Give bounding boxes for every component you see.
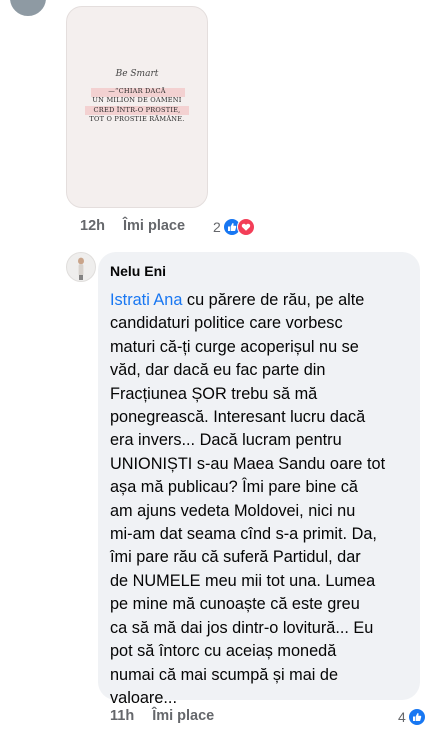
comment-bubble: Nelu Eni Istrati Ana cu părere de rău, p… [98,252,420,707]
quote-line: —“CHIAR DACĂ [108,87,166,95]
quote-line: CRED ÎNTR-O PROSTIE, [93,105,181,114]
comment-image[interactable]: Be Smart —“CHIAR DACĂ UN MILION DE OAMEN… [66,6,208,208]
comment-time[interactable]: 11h [110,708,134,724]
comment-time[interactable]: 12h [80,218,105,234]
quote-line: UN MILION DE OAMENI [92,96,182,105]
comment-body: cu părere de rău, pe alte candidaturi po… [110,291,386,707]
quote-text: —“CHIAR DACĂ UN MILION DE OAMENI CRED ÎN… [67,87,207,124]
avatar[interactable] [66,252,96,282]
comment-author[interactable]: Nelu Eni [110,263,408,283]
like-icon [407,708,426,726]
reactions-count: 2 [213,219,221,235]
quote-line: TOT O PROSTIE RĂMÂNE. [89,114,185,123]
comment-meta: 11h Îmi place [110,708,214,724]
previous-avatar[interactable] [8,0,48,18]
reactions-summary[interactable]: 2 [213,218,255,236]
love-icon [236,218,255,236]
comment-meta: 12h Îmi place [80,218,185,234]
reactions-count: 4 [398,709,406,725]
mention-link[interactable]: Istrati Ana [110,291,182,309]
like-button[interactable]: Îmi place [152,708,214,724]
like-button[interactable]: Îmi place [123,218,185,234]
comment-text: Istrati Ana cu părere de rău, pe alte ca… [110,289,408,710]
quote-signature: Be Smart [115,69,159,79]
reactions-summary[interactable]: 4 [398,708,426,726]
